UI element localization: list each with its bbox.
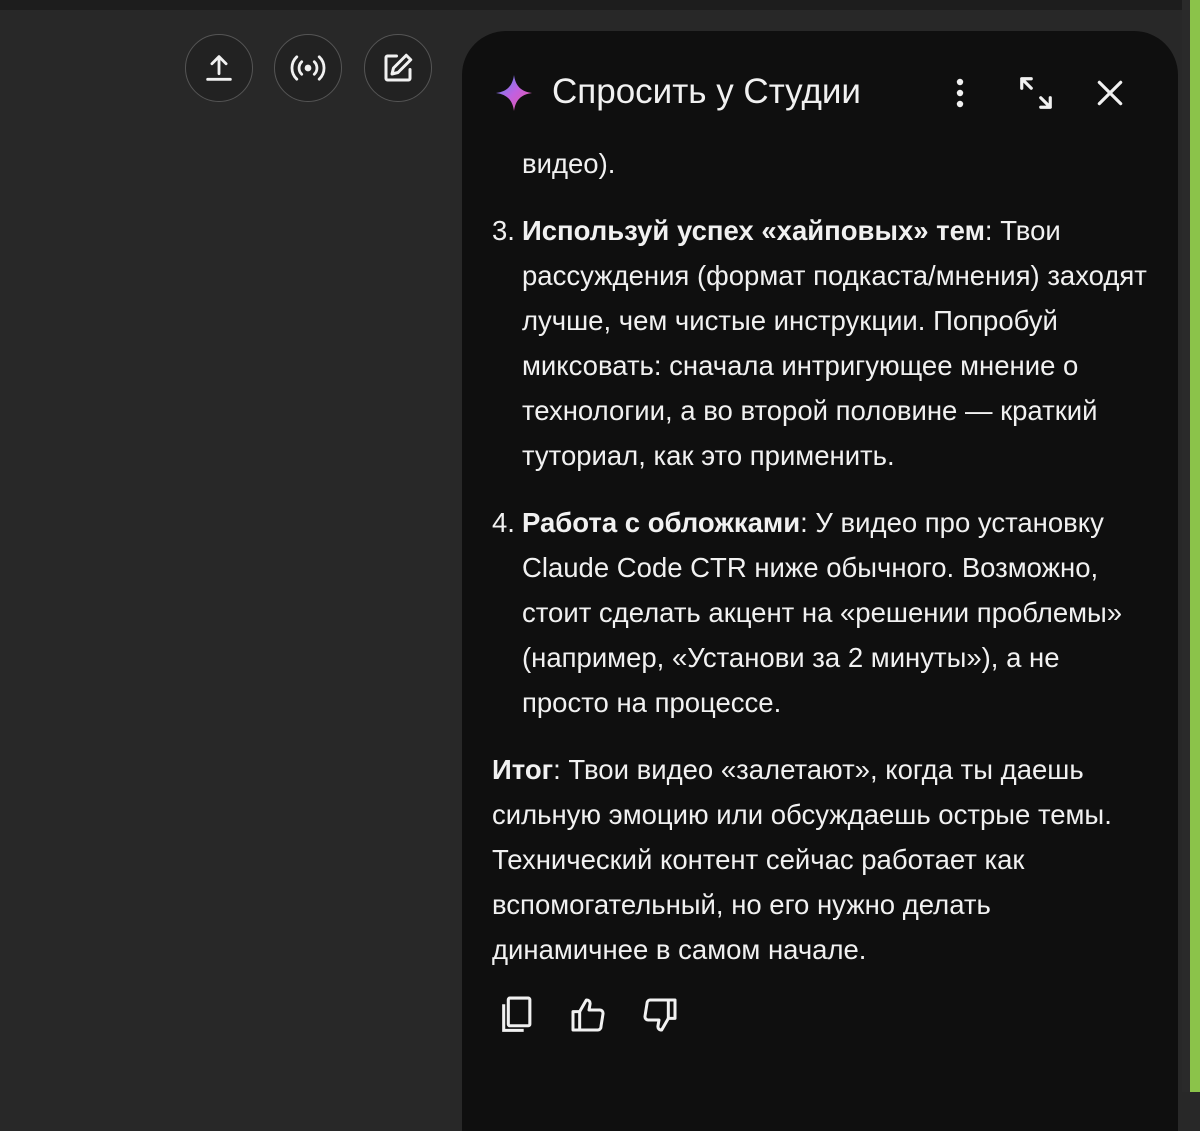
list-number: 4. bbox=[492, 507, 515, 538]
list-body: Используй успех «хайповых» тем: Твои рас… bbox=[522, 208, 1152, 478]
thumbs-up-icon bbox=[571, 998, 605, 1032]
more-vert-icon bbox=[956, 78, 964, 108]
live-broadcast-icon bbox=[290, 55, 326, 81]
go-live-button[interactable] bbox=[274, 34, 342, 102]
copy-button[interactable] bbox=[492, 991, 540, 1039]
list-item-heading: Работа с обложками bbox=[522, 507, 801, 538]
chat-response: видео). 3. Используй успех «хайповых» те… bbox=[492, 141, 1152, 972]
ask-studio-panel: Спросить у Студии видео). 3. Используй у… bbox=[462, 31, 1178, 1131]
list-number: 3. bbox=[492, 215, 515, 246]
list-item-text: : У видео про установку Claude Code CTR … bbox=[522, 507, 1123, 718]
panel-title: Спросить у Студии bbox=[552, 72, 861, 111]
list-item-heading: Используй успех «хайповых» тем bbox=[522, 215, 985, 246]
dislike-button[interactable] bbox=[636, 991, 684, 1039]
more-options-button[interactable] bbox=[936, 69, 984, 117]
create-post-button[interactable] bbox=[364, 34, 432, 102]
expand-icon bbox=[1020, 77, 1052, 109]
upload-button[interactable] bbox=[185, 34, 253, 102]
response-fragment: видео). bbox=[522, 148, 616, 179]
list-item: 4. Работа с обложками: У видео про устан… bbox=[492, 500, 1152, 725]
response-actions bbox=[492, 991, 684, 1039]
summary-text: : Твои видео «залетают», когда ты даешь … bbox=[492, 754, 1112, 965]
close-button[interactable] bbox=[1086, 69, 1134, 117]
copy-icon bbox=[502, 996, 532, 1032]
close-icon bbox=[1097, 80, 1123, 106]
summary: Итог: Твои видео «залетают», когда ты да… bbox=[492, 747, 1152, 972]
window-edge bbox=[1190, 0, 1200, 1092]
expand-button[interactable] bbox=[1012, 69, 1060, 117]
panel-header: Спросить у Студии bbox=[462, 31, 1178, 141]
top-bar bbox=[0, 0, 1200, 10]
sparkle-icon bbox=[496, 75, 532, 111]
summary-heading: Итог bbox=[492, 754, 554, 785]
list-item-text: : Твои рассуждения (формат подкаста/мнен… bbox=[522, 215, 1147, 471]
upload-icon bbox=[206, 55, 232, 81]
thumbs-down-icon bbox=[643, 998, 677, 1032]
list-item: 3. Используй успех «хайповых» тем: Твои … bbox=[492, 208, 1152, 478]
edit-icon bbox=[384, 53, 413, 82]
list-body: Работа с обложками: У видео про установк… bbox=[522, 500, 1152, 725]
like-button[interactable] bbox=[564, 991, 612, 1039]
